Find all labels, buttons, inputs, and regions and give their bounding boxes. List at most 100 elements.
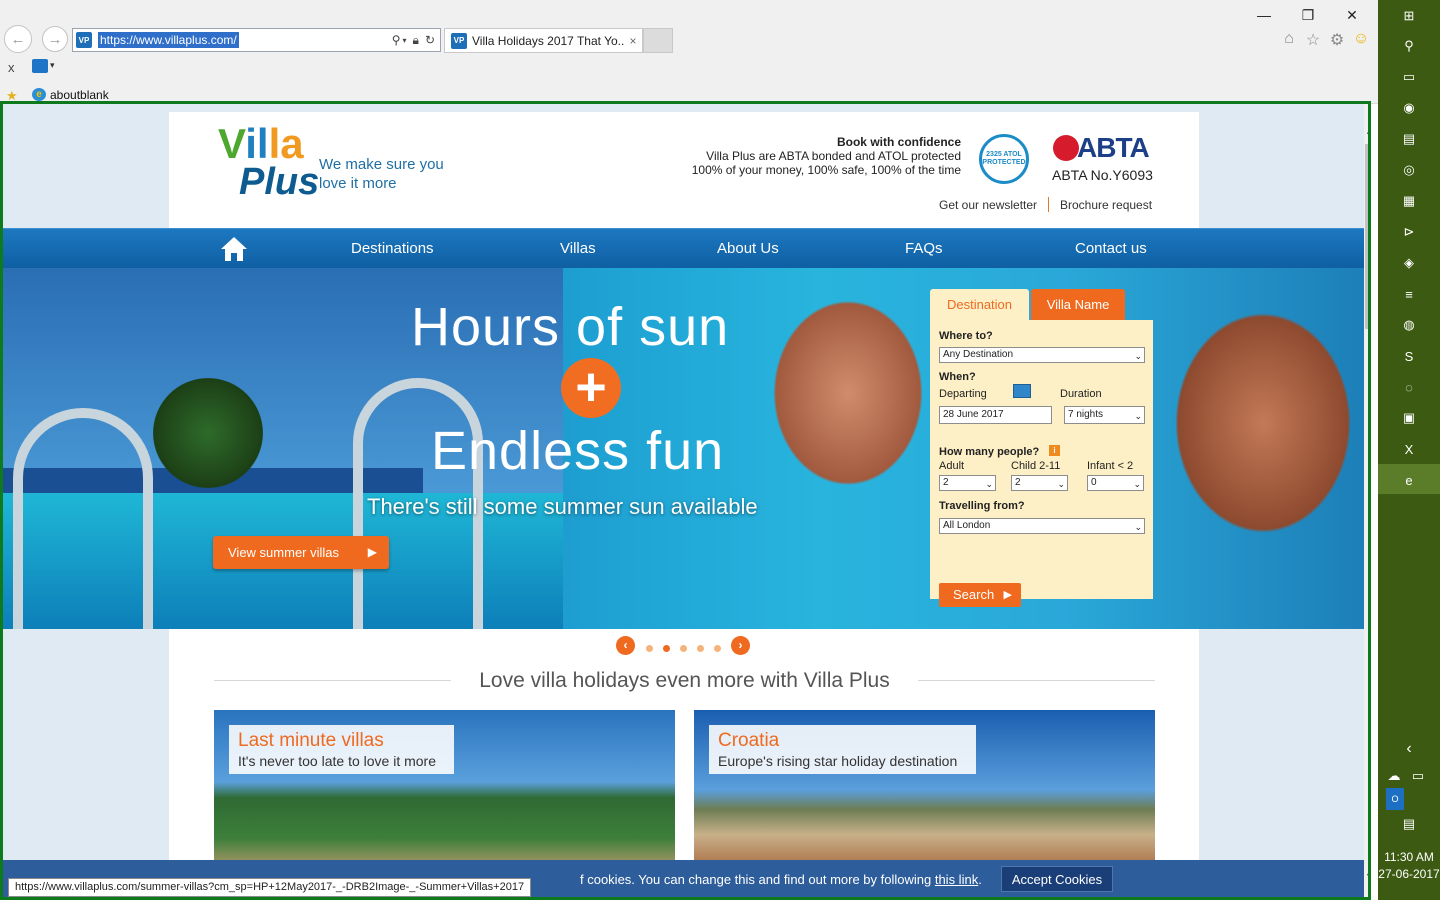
carousel-dot-2[interactable] bbox=[663, 645, 670, 652]
nav-faqs[interactable]: FAQs bbox=[905, 229, 943, 269]
onedrive-icon[interactable]: ☁ bbox=[1384, 765, 1404, 787]
travelling-from-select[interactable]: All London ⌄ bbox=[939, 518, 1145, 534]
dropdown-icon[interactable]: ▾ bbox=[403, 36, 407, 45]
abta-globe-icon bbox=[1053, 135, 1079, 161]
cookie-text-end: . bbox=[978, 872, 982, 887]
card-title[interactable]: Last minute villas bbox=[238, 730, 436, 752]
internet-explorer-icon[interactable]: e bbox=[1396, 469, 1422, 491]
where-to-select[interactable]: Any Destination ⌄ bbox=[939, 347, 1145, 363]
departing-date-input[interactable]: 28 June 2017 bbox=[939, 406, 1052, 424]
home-icon[interactable] bbox=[218, 235, 250, 263]
chat-icon[interactable]: ◈ bbox=[1396, 252, 1422, 274]
scroll-up-icon[interactable]: ▲ bbox=[1365, 126, 1368, 136]
refresh-icon[interactable]: ↻ bbox=[425, 33, 435, 47]
carousel-dot-4[interactable] bbox=[697, 645, 704, 652]
cookie-policy-link[interactable]: this link bbox=[935, 872, 978, 887]
globe-icon[interactable]: ◌ bbox=[1396, 376, 1422, 398]
chevron-down-icon: ⌄ bbox=[1134, 522, 1142, 532]
addon-icon[interactable] bbox=[32, 59, 48, 73]
search-button[interactable]: Search ▶ bbox=[939, 583, 1021, 607]
abta-number: ABTA No.Y6093 bbox=[1052, 167, 1153, 183]
section-divider bbox=[918, 680, 1155, 681]
skype-icon[interactable]: S bbox=[1396, 345, 1422, 367]
close-window-button[interactable]: ✕ bbox=[1330, 4, 1374, 26]
duration-value: 7 nights bbox=[1068, 409, 1104, 420]
media-icon[interactable]: ≡ bbox=[1396, 283, 1422, 305]
carousel-dot-5[interactable] bbox=[714, 645, 721, 652]
url-text[interactable]: https://www.villaplus.com/ bbox=[98, 32, 239, 48]
carousel-dot-1[interactable] bbox=[646, 645, 653, 652]
tab-villa-holidays[interactable]: VP Villa Holidays 2017 That Yo... × bbox=[444, 28, 643, 53]
outlook-icon[interactable]: O bbox=[1386, 788, 1404, 810]
nav-about-us[interactable]: About Us bbox=[717, 229, 779, 269]
accept-cookies-button[interactable]: Accept Cookies bbox=[1001, 866, 1113, 892]
windows-icon[interactable]: ⊞ bbox=[1396, 5, 1422, 27]
villa-search-panel: Destination Villa Name Where to? Any Des… bbox=[930, 289, 1153, 607]
address-bar[interactable]: VP https://www.villaplus.com/ ⚲ ▾ 🔒︎ ↻ bbox=[72, 28, 441, 52]
calculator-icon[interactable]: ▦ bbox=[1396, 190, 1422, 212]
remote-desktop-icon[interactable]: ▣ bbox=[1396, 407, 1422, 429]
back-button[interactable]: ← bbox=[4, 25, 32, 53]
brochure-request-link[interactable]: Brochure request bbox=[1060, 198, 1152, 212]
scroll-down-icon[interactable]: ▼ bbox=[1365, 871, 1368, 881]
header-link-divider bbox=[1048, 197, 1049, 212]
clock-time[interactable]: 11:30 AM bbox=[1378, 850, 1440, 864]
infant-select[interactable]: 0 ⌄ bbox=[1087, 475, 1144, 491]
smiley-feedback-icon[interactable]: ☺ bbox=[1350, 30, 1372, 50]
nav-contact-us[interactable]: Contact us bbox=[1075, 229, 1147, 269]
nav-destinations[interactable]: Destinations bbox=[351, 229, 434, 269]
paint-icon[interactable]: ◉ bbox=[1396, 97, 1422, 119]
when-label: When? bbox=[939, 371, 976, 383]
home-icon[interactable]: ⌂ bbox=[1278, 30, 1300, 50]
scrollbar-thumb[interactable] bbox=[1365, 144, 1368, 329]
new-tab-button[interactable] bbox=[643, 28, 673, 53]
tab-close-icon[interactable]: × bbox=[624, 34, 642, 48]
child-label: Child 2-11 bbox=[1011, 460, 1061, 472]
villa-plus-logo[interactable]: Villa bbox=[218, 123, 304, 165]
child-select[interactable]: 2 ⌄ bbox=[1011, 475, 1068, 491]
duration-select[interactable]: 7 nights ⌄ bbox=[1064, 406, 1145, 424]
last-minute-villas-card[interactable]: Last minute villas It's never too late t… bbox=[214, 710, 675, 870]
croatia-card[interactable]: Croatia Europe's rising star holiday des… bbox=[694, 710, 1155, 870]
view-summer-villas-button[interactable]: View summer villas ▶ bbox=[213, 536, 389, 569]
carousel-dot-3[interactable] bbox=[680, 645, 687, 652]
card-title[interactable]: Croatia bbox=[718, 730, 957, 752]
carousel-prev-button[interactable]: ‹ bbox=[616, 636, 635, 655]
show-hidden-icons-chevron-icon[interactable]: ‹ bbox=[1396, 738, 1422, 760]
command-close-icon[interactable]: x bbox=[8, 60, 15, 75]
tab-destination[interactable]: Destination bbox=[930, 289, 1029, 320]
addon-dropdown-icon[interactable]: ▾ bbox=[50, 60, 55, 71]
favorites-link-aboutblank[interactable]: aboutblank bbox=[50, 88, 109, 102]
atol-protected-badge: 2325 ATOL PROTECTED bbox=[979, 134, 1029, 184]
adult-select[interactable]: 2 ⌄ bbox=[939, 475, 996, 491]
newsletter-link[interactable]: Get our newsletter bbox=[939, 198, 1037, 212]
chrome-icon[interactable]: ◎ bbox=[1396, 159, 1422, 181]
card-caption: Last minute villas It's never too late t… bbox=[229, 725, 454, 774]
nav-villas[interactable]: Villas bbox=[560, 229, 596, 269]
hero-swimmer-woman bbox=[1163, 298, 1363, 548]
info-icon[interactable]: i bbox=[1049, 445, 1060, 456]
settings-gear-icon[interactable]: ⚙ bbox=[1326, 30, 1348, 50]
search-icon[interactable]: ⚲ bbox=[392, 33, 401, 47]
confidence-title: Book with confidence bbox=[836, 135, 961, 149]
network-icon[interactable]: ▭ bbox=[1408, 765, 1428, 787]
visual-studio-icon[interactable]: ⊳ bbox=[1396, 221, 1422, 243]
minimize-button[interactable]: — bbox=[1242, 4, 1286, 26]
logo-plus-text[interactable]: Plus bbox=[239, 162, 319, 202]
task-view-icon[interactable]: ▭ bbox=[1396, 66, 1422, 88]
firefox-icon[interactable]: ◍ bbox=[1396, 314, 1422, 336]
clock-date[interactable]: 27-06-2017 bbox=[1378, 867, 1440, 881]
excel-icon[interactable]: X bbox=[1396, 438, 1422, 460]
lock-icon[interactable]: 🔒︎ bbox=[413, 33, 419, 48]
action-center-icon[interactable]: ▤ bbox=[1396, 813, 1422, 835]
file-explorer-icon[interactable]: ▤ bbox=[1396, 128, 1422, 150]
forward-button[interactable]: → bbox=[42, 26, 68, 52]
search-icon[interactable]: ⚲ bbox=[1396, 35, 1422, 57]
restore-button[interactable]: ❐ bbox=[1286, 4, 1330, 26]
section-title: Love villa holidays even more with Villa… bbox=[479, 669, 890, 692]
favorites-star-icon[interactable]: ☆ bbox=[1302, 30, 1324, 50]
adult-label: Adult bbox=[939, 460, 965, 472]
tab-villa-name[interactable]: Villa Name bbox=[1031, 289, 1125, 320]
carousel-next-button[interactable]: › bbox=[731, 636, 750, 655]
calendar-icon[interactable] bbox=[1013, 384, 1031, 398]
